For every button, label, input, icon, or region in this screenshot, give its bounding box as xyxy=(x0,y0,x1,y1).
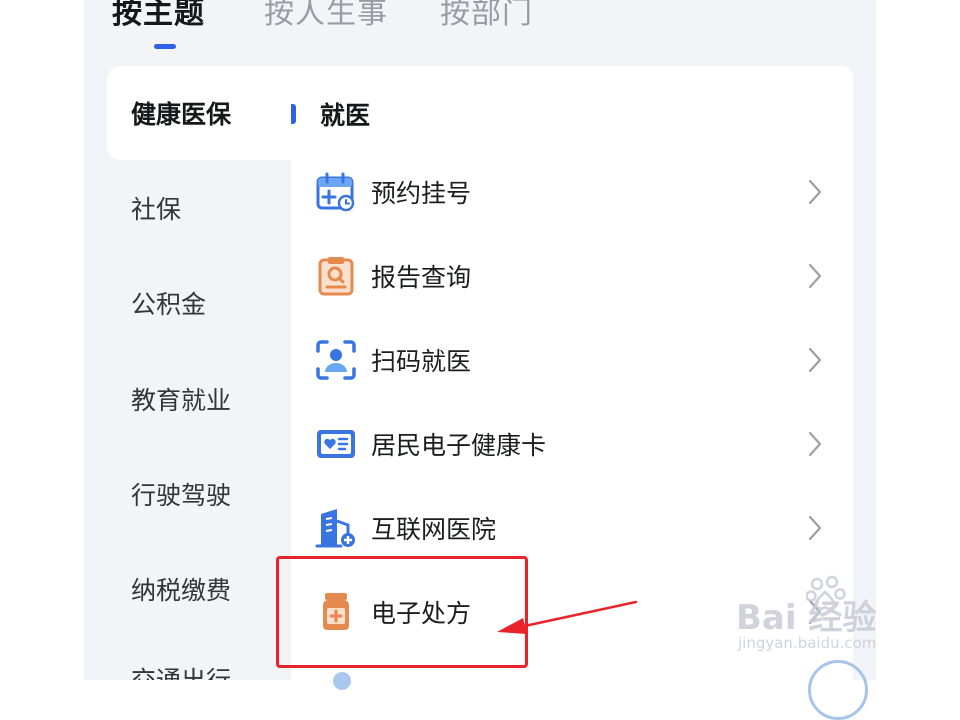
chevron-right-icon xyxy=(807,431,823,457)
sidebar-item-label: 纳税缴费 xyxy=(131,576,232,605)
report-search-icon xyxy=(315,255,357,297)
sidebar-item-health-insurance[interactable]: 健康医保 xyxy=(107,66,297,160)
watermark-main-text: Bai 经验 xyxy=(736,598,877,638)
sidebar-item-label: 健康医保 xyxy=(131,100,232,129)
sidebar-item-housing-fund[interactable]: 公积金 xyxy=(107,256,297,350)
sidebar-item-tax-payment[interactable]: 纳税缴费 xyxy=(107,542,297,636)
menu-item-health-card[interactable]: 居民电子健康卡 xyxy=(291,402,853,486)
tab-by-topic[interactable]: 按主题 xyxy=(112,0,205,32)
highlight-box xyxy=(276,556,528,668)
sidebar: 健康医保 社保 公积金 教育就业 行驶驾驶 纳税缴费 交通出行 xyxy=(84,66,297,680)
sidebar-item-label: 社保 xyxy=(131,195,182,224)
menu-item-label: 居民电子健康卡 xyxy=(371,431,547,460)
baidu-watermark: Bai 经验 jingyan.baidu.com xyxy=(730,570,930,670)
menu-item-label: 预约挂号 xyxy=(371,179,472,208)
chevron-right-icon xyxy=(807,263,823,289)
chevron-right-icon xyxy=(807,347,823,373)
menu-item-label: 互联网医院 xyxy=(371,515,497,544)
menu-item-report-query[interactable]: 报告查询 xyxy=(291,234,853,318)
sidebar-item-label: 交通出行 xyxy=(131,661,231,680)
sidebar-item-label: 教育就业 xyxy=(131,386,232,415)
menu-item-scan-visit[interactable]: 扫码就医 xyxy=(291,318,853,402)
category-tabs: 按主题 按人生事 按部门 xyxy=(84,0,876,60)
chevron-right-icon xyxy=(807,179,823,205)
section-title: 就医 xyxy=(320,101,371,130)
section-indicator xyxy=(291,104,296,124)
menu-item-label: 报告查询 xyxy=(371,263,472,292)
health-card-icon xyxy=(315,423,357,465)
sidebar-item-social-security[interactable]: 社保 xyxy=(107,161,297,255)
menu-item-appointment[interactable]: 预约挂号 xyxy=(291,150,853,234)
watermark-url-text: jingyan.baidu.com xyxy=(738,634,877,652)
active-tab-indicator xyxy=(154,44,176,49)
chevron-right-icon xyxy=(807,515,823,541)
scan-person-icon xyxy=(315,339,357,381)
tab-by-life-event[interactable]: 按人生事 xyxy=(264,0,388,32)
tab-by-department[interactable]: 按部门 xyxy=(440,0,533,32)
calendar-plus-icon xyxy=(315,171,357,213)
sidebar-item-education-employment[interactable]: 教育就业 xyxy=(107,352,297,446)
menu-item-label: 扫码就医 xyxy=(371,347,472,376)
floating-assistant-icon[interactable] xyxy=(808,660,868,720)
sidebar-item-driving[interactable]: 行驶驾驶 xyxy=(107,447,297,541)
sidebar-item-label: 公积金 xyxy=(131,290,207,319)
next-item-icon-partial xyxy=(333,672,351,690)
sidebar-item-transport[interactable]: 交通出行 xyxy=(107,632,297,680)
hospital-building-icon xyxy=(315,507,357,549)
sidebar-item-label: 行驶驾驶 xyxy=(131,481,232,510)
